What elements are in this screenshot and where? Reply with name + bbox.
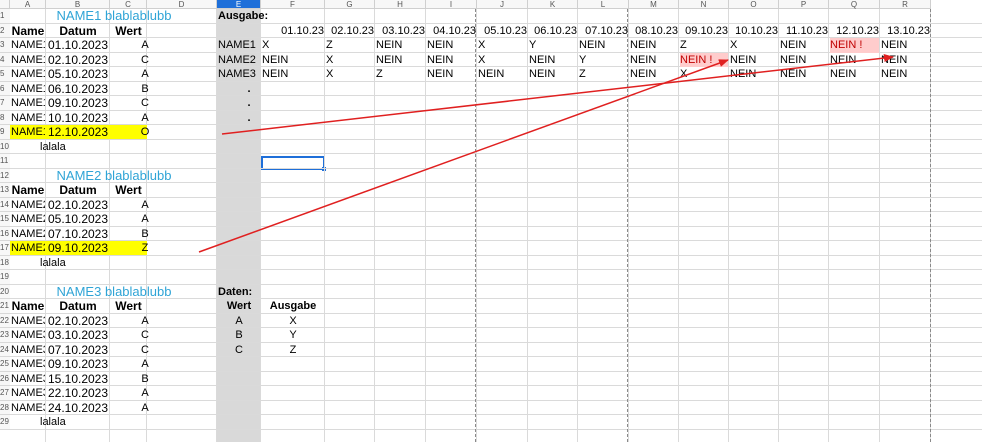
spreadsheet-grid[interactable]: A B C D E F G H I J K L M N O P Q R 1 2 3 4 5 6 7 8 9 10 11 12 13 14 15 1…	[0, 0, 982, 442]
annotation-arrows	[198, 54, 894, 253]
arrow-name2-to-nein	[198, 59, 729, 253]
